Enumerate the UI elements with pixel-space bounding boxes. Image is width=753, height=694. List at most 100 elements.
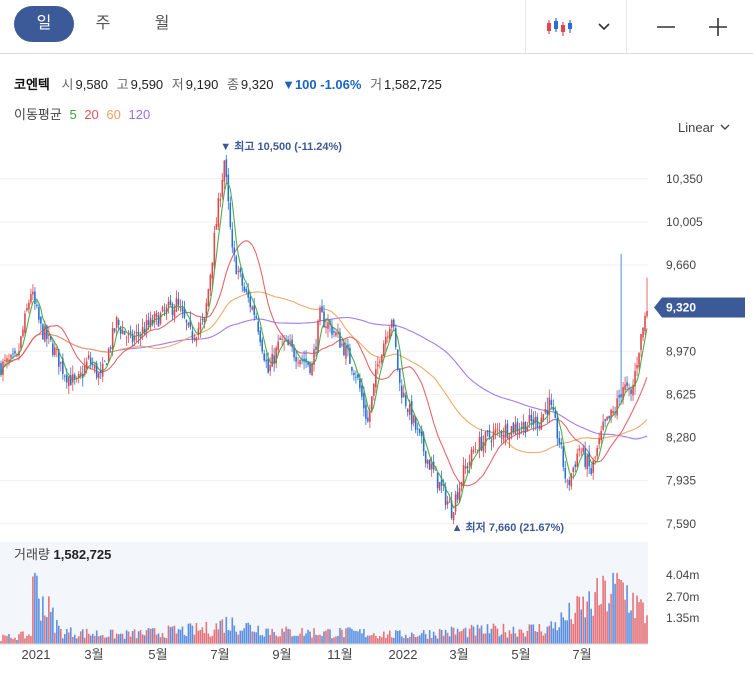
volume-bar xyxy=(175,633,178,644)
volume-bar xyxy=(323,631,325,644)
volume-bar xyxy=(564,620,567,644)
candle-body xyxy=(36,304,38,307)
candle-body xyxy=(211,262,214,279)
quote-summary: 코엔텍 시 9,580 고 9,590 저 9,190 종 9,320 ▼100 -1.… xyxy=(14,74,447,93)
volume-bar xyxy=(305,633,307,644)
volume-bar xyxy=(229,630,232,644)
volume-bar xyxy=(18,634,20,644)
volume-bar xyxy=(209,636,212,644)
candle-body xyxy=(578,448,581,451)
volume-bar xyxy=(574,612,577,644)
volume-bar xyxy=(450,626,453,644)
volume-bar xyxy=(227,630,230,644)
volume-bar xyxy=(73,634,76,644)
candle-body xyxy=(201,319,204,320)
volume-bar xyxy=(105,637,108,644)
tab-month[interactable]: 월 xyxy=(132,6,192,42)
candle-body xyxy=(448,501,451,503)
candle-body xyxy=(263,353,265,361)
volume-bar xyxy=(612,572,614,644)
volume-bar xyxy=(566,620,569,644)
ma-20[interactable]: 20 xyxy=(84,107,98,122)
volume-bar xyxy=(454,634,457,644)
ma-120[interactable]: 120 xyxy=(129,107,151,122)
candle-body xyxy=(385,336,387,345)
volume-bar xyxy=(221,619,224,644)
candle-body xyxy=(612,410,614,414)
zoom-in-button[interactable] xyxy=(700,0,736,54)
candle-body xyxy=(510,426,513,436)
volume-bar xyxy=(478,628,481,644)
tab-day[interactable]: 일 xyxy=(14,6,74,42)
candle-body xyxy=(79,372,82,376)
candle-body xyxy=(646,310,648,317)
candle-body xyxy=(624,384,626,391)
candle-body xyxy=(155,312,158,317)
zoom-out-button[interactable] xyxy=(648,0,684,54)
volume-bar xyxy=(373,633,375,644)
volume-bar xyxy=(89,635,92,644)
volume-bar xyxy=(177,629,180,644)
volume-bar xyxy=(554,622,557,644)
volume-bar xyxy=(596,578,598,644)
volume-bar xyxy=(8,634,10,644)
candle-body xyxy=(538,425,541,427)
candle-body xyxy=(243,286,246,291)
volume-bar xyxy=(379,636,381,644)
scale-dropdown[interactable]: Linear xyxy=(678,120,730,135)
candle-body xyxy=(231,229,234,248)
volume-bar xyxy=(263,636,265,644)
ma-5[interactable]: 5 xyxy=(69,107,76,122)
volume-bar xyxy=(303,635,305,644)
volume-bar xyxy=(385,637,387,644)
volume-bar xyxy=(10,637,12,644)
candle-body xyxy=(396,349,399,370)
candle-body xyxy=(460,482,463,487)
candle-body xyxy=(642,327,644,338)
volume-bar xyxy=(446,632,449,644)
volume-bar xyxy=(404,634,407,644)
volume-bar xyxy=(636,595,638,644)
volume-bar xyxy=(388,630,391,644)
volume-bar xyxy=(424,634,427,644)
volume-bar xyxy=(48,596,50,644)
volume-bar xyxy=(277,636,279,644)
candle-body xyxy=(556,417,559,439)
volume-bar xyxy=(420,633,423,644)
candle-body xyxy=(345,345,347,359)
price-chart[interactable]: 10,350 10,005 9,660 8,970 8,625 8,280 7,935 7,5… xyxy=(0,135,753,670)
volume-bar xyxy=(498,636,501,644)
candle-body xyxy=(604,419,606,422)
volume-bar xyxy=(107,636,110,644)
ma-60[interactable]: 60 xyxy=(106,107,120,122)
candle-body xyxy=(64,375,66,377)
volume-bar xyxy=(406,638,409,644)
chart-type-button[interactable] xyxy=(540,0,580,54)
volume-bar xyxy=(462,628,465,644)
candle-body xyxy=(251,306,254,310)
candle-body xyxy=(598,437,600,445)
tab-week[interactable]: 주 xyxy=(74,6,132,42)
volume-bar xyxy=(470,624,473,644)
candle-body xyxy=(576,453,579,468)
candle-body xyxy=(408,404,411,415)
candle-body xyxy=(171,304,174,315)
volume-tick-label: 4.04m xyxy=(666,568,699,582)
volume-bar xyxy=(496,628,499,644)
chart-type-dropdown[interactable] xyxy=(592,0,616,54)
candle-body xyxy=(402,392,405,398)
volume-bar xyxy=(153,628,156,644)
candle-body xyxy=(89,357,92,365)
volume-bar xyxy=(486,624,489,644)
volume-bar xyxy=(590,608,592,644)
volume-bar xyxy=(67,632,70,644)
volume-bar xyxy=(608,603,610,644)
volume-bar xyxy=(46,617,48,644)
y-tick-label: 8,625 xyxy=(666,387,696,401)
volume-bar xyxy=(159,637,162,644)
volume-bar xyxy=(582,596,584,644)
volume-bar xyxy=(556,630,559,644)
volume-bar xyxy=(568,602,571,644)
volume-bar xyxy=(181,626,184,644)
candle-body xyxy=(181,307,184,312)
